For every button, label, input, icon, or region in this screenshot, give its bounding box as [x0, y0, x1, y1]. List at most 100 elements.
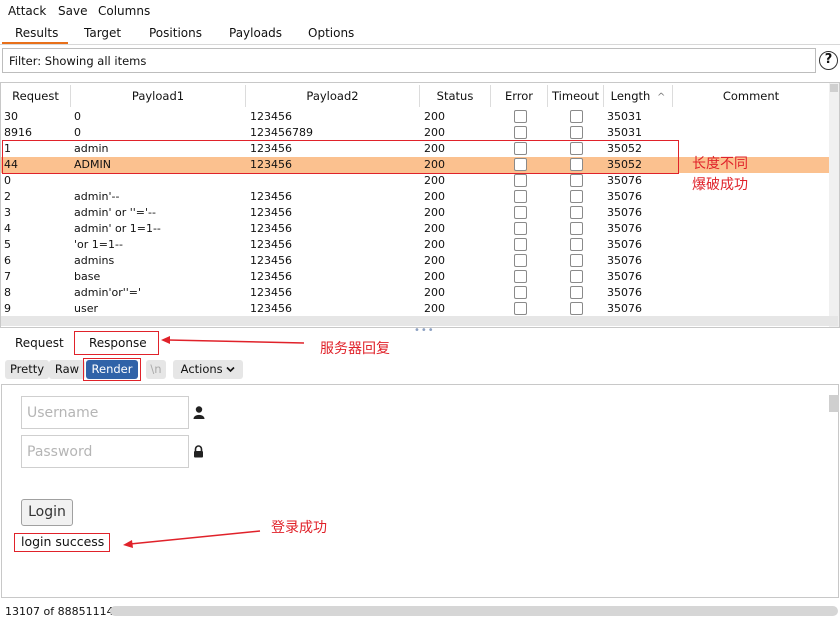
table-row[interactable]: 5 'or 1=1-- 123456 200 35076: [1, 237, 829, 253]
cell-length: 35076: [607, 286, 642, 299]
cell-payload2: 123456: [250, 238, 292, 251]
filter-text: Filter: Showing all items: [9, 54, 147, 68]
menu-columns[interactable]: Columns: [98, 4, 150, 18]
cell-length: 35076: [607, 238, 642, 251]
col-header-comment[interactable]: Comment: [673, 85, 829, 107]
tab-positions[interactable]: Positions: [149, 26, 202, 40]
cell-payload2: 123456789: [250, 126, 313, 139]
cell-request: 0: [4, 174, 11, 187]
menu-attack[interactable]: Attack: [8, 4, 46, 18]
timeout-checkbox[interactable]: [570, 286, 583, 299]
cell-payload1: admin'--: [74, 190, 120, 203]
tab-options[interactable]: Options: [308, 26, 354, 40]
actions-dropdown[interactable]: Actions: [173, 360, 243, 379]
error-checkbox[interactable]: [514, 254, 527, 267]
menu-save[interactable]: Save: [58, 4, 87, 18]
col-header-length[interactable]: Length ^: [604, 85, 673, 107]
cell-length: 35076: [607, 206, 642, 219]
table-scroll-thumb[interactable]: [830, 84, 838, 92]
table-row[interactable]: 8916 0 123456789 200 35031: [1, 125, 829, 141]
table-row[interactable]: 7 base 123456 200 35076: [1, 269, 829, 285]
raw-button[interactable]: Raw: [49, 360, 85, 379]
cell-status: 200: [424, 110, 445, 123]
error-checkbox[interactable]: [514, 174, 527, 187]
login-button[interactable]: Login: [21, 499, 73, 526]
render-vertical-scrollbar[interactable]: [829, 395, 839, 412]
timeout-checkbox[interactable]: [570, 238, 583, 251]
cell-status: 200: [424, 238, 445, 251]
password-field[interactable]: Password: [21, 435, 189, 468]
annotation-box-response: [74, 331, 159, 355]
progress-text: 13107 of 88851114: [5, 605, 114, 618]
annotation-arrow-login-success: [123, 530, 261, 548]
cell-payload2: 123456: [250, 110, 292, 123]
cell-length: 35031: [607, 126, 642, 139]
cell-payload1: user: [74, 302, 98, 315]
error-checkbox[interactable]: [514, 238, 527, 251]
tab-target[interactable]: Target: [84, 26, 121, 40]
username-field[interactable]: Username: [21, 396, 189, 429]
timeout-checkbox[interactable]: [570, 222, 583, 235]
help-icon[interactable]: ?: [819, 51, 838, 70]
col-header-timeout[interactable]: Timeout: [548, 85, 604, 107]
annotation-box-render: [83, 358, 141, 381]
timeout-checkbox[interactable]: [570, 174, 583, 187]
error-checkbox[interactable]: [514, 270, 527, 283]
table-row[interactable]: 4 admin' or 1=1-- 123456 200 35076: [1, 221, 829, 237]
splitter-handle[interactable]: •••: [414, 325, 435, 336]
cell-length: 35076: [607, 302, 642, 315]
cell-request: 9: [4, 302, 11, 315]
tab-results[interactable]: Results: [15, 26, 58, 40]
annotation-box-login-success: [14, 533, 110, 552]
cell-length: 35076: [607, 270, 642, 283]
cell-payload2: 123456: [250, 206, 292, 219]
timeout-checkbox[interactable]: [570, 254, 583, 267]
annotation-box-length-diff: [2, 140, 679, 174]
timeout-checkbox[interactable]: [570, 190, 583, 203]
newline-toggle-button[interactable]: \n: [146, 360, 166, 379]
cell-payload2: 123456: [250, 222, 292, 235]
cell-payload2: 123456: [250, 254, 292, 267]
col-header-status[interactable]: Status: [420, 85, 491, 107]
table-row[interactable]: 30 0 123456 200 35031: [1, 109, 829, 125]
error-checkbox[interactable]: [514, 190, 527, 203]
table-row[interactable]: 8 admin'or''=' 123456 200 35076: [1, 285, 829, 301]
table-vertical-scrollbar[interactable]: [829, 83, 839, 327]
error-checkbox[interactable]: [514, 302, 527, 315]
col-header-error[interactable]: Error: [491, 85, 548, 107]
lock-icon: [194, 445, 203, 458]
error-checkbox[interactable]: [514, 222, 527, 235]
cell-request: 6: [4, 254, 11, 267]
col-header-request[interactable]: Request: [1, 85, 71, 107]
annotation-length-diff-line1: 长度不同: [692, 156, 748, 172]
table-row[interactable]: 3 admin' or ''='-- 123456 200 35076: [1, 205, 829, 221]
annotation-arrow-response: [161, 336, 305, 344]
tab-request[interactable]: Request: [15, 336, 64, 350]
cell-request: 8: [4, 286, 11, 299]
cell-request: 2: [4, 190, 11, 203]
error-checkbox[interactable]: [514, 286, 527, 299]
timeout-checkbox[interactable]: [570, 206, 583, 219]
error-checkbox[interactable]: [514, 126, 527, 139]
error-checkbox[interactable]: [514, 206, 527, 219]
annotation-login-success: 登录成功: [271, 520, 327, 536]
cell-status: 200: [424, 286, 445, 299]
menu-bar: Attack Save Columns: [0, 0, 840, 22]
pretty-button[interactable]: Pretty: [5, 360, 49, 379]
col-header-payload2[interactable]: Payload2: [246, 85, 420, 107]
timeout-checkbox[interactable]: [570, 302, 583, 315]
timeout-checkbox[interactable]: [570, 270, 583, 283]
sort-ascending-icon: ^: [656, 92, 666, 103]
filter-bar[interactable]: Filter: Showing all items: [2, 48, 816, 73]
table-row[interactable]: 6 admins 123456 200 35076: [1, 253, 829, 269]
cell-status: 200: [424, 302, 445, 315]
cell-request: 5: [4, 238, 11, 251]
actions-label: Actions: [180, 362, 223, 376]
table-row[interactable]: 9 user 123456 200 35076: [1, 301, 829, 317]
timeout-checkbox[interactable]: [570, 126, 583, 139]
cell-payload2: 123456: [250, 286, 292, 299]
timeout-checkbox[interactable]: [570, 110, 583, 123]
col-header-payload1[interactable]: Payload1: [71, 85, 246, 107]
tab-payloads[interactable]: Payloads: [229, 26, 282, 40]
error-checkbox[interactable]: [514, 110, 527, 123]
